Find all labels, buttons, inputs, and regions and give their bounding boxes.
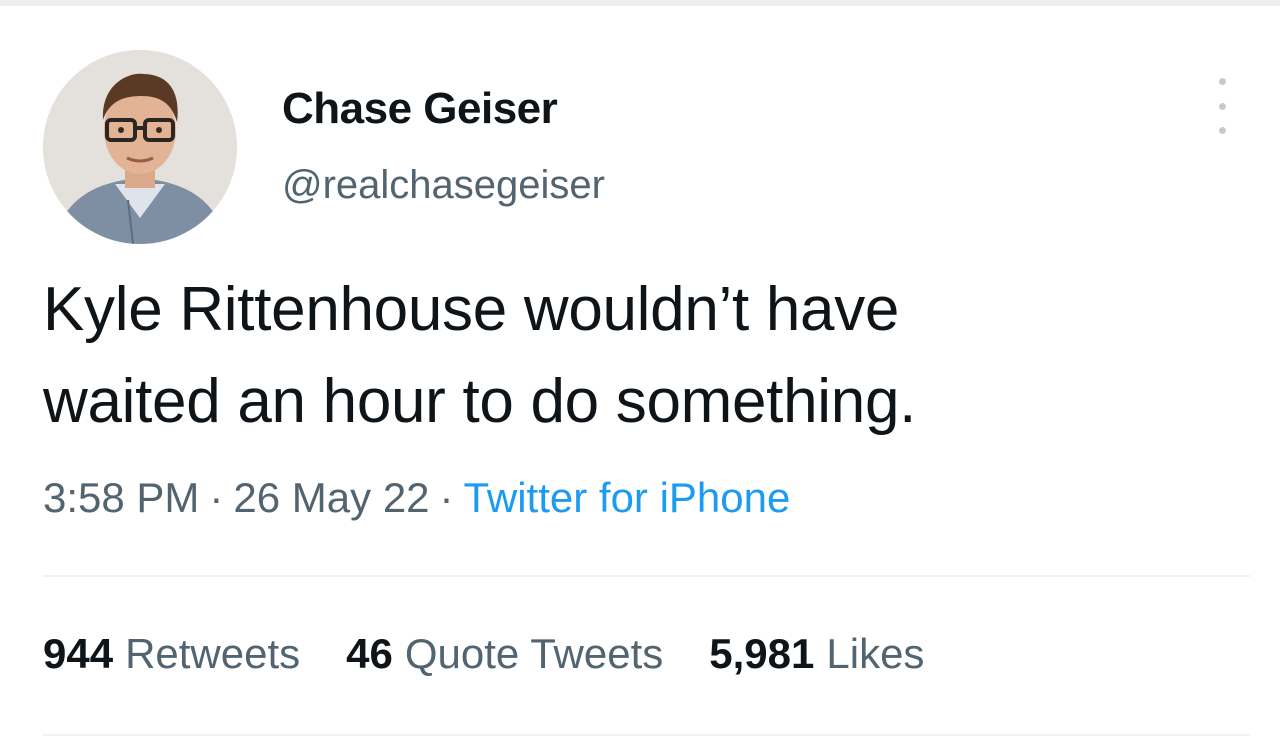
tweet-card: Chase Geiser @realchasegeiser Kyle Ritte… [0, 0, 1280, 739]
tweet-text: Kyle Rittenhouse wouldn’t have waited an… [43, 264, 1243, 448]
tweet-text-line: waited an hour to do something. [43, 367, 917, 436]
quote-tweets-stat[interactable]: 46 Quote Tweets [346, 630, 663, 678]
divider [43, 575, 1250, 577]
quote-tweets-label: Quote Tweets [404, 630, 664, 677]
tweet-text-line: Kyle Rittenhouse wouldn’t have [43, 275, 900, 344]
likes-stat[interactable]: 5,981 Likes [709, 630, 924, 678]
more-vertical-icon-dot [1218, 102, 1226, 110]
author-display-name[interactable]: Chase Geiser [282, 84, 558, 134]
retweets-stat[interactable]: 944 Retweets [43, 630, 300, 678]
avatar-photo [43, 50, 237, 244]
more-vertical-icon-dot [1218, 127, 1226, 134]
quote-tweets-count: 46 [346, 630, 393, 677]
likes-label: Likes [826, 630, 925, 677]
likes-count: 5,981 [709, 630, 815, 677]
divider [43, 734, 1250, 736]
more-options-button[interactable] [1208, 78, 1236, 134]
tweet-meta: 3:58 PM · 26 May 22 · Twitter for iPhone [43, 474, 790, 522]
retweets-label: Retweets [125, 630, 301, 677]
avatar[interactable] [43, 50, 237, 244]
tweet-stats: 944 Retweets 46 Quote Tweets 5,981 Likes [43, 630, 924, 678]
more-vertical-icon [1218, 78, 1226, 85]
retweets-count: 944 [43, 630, 114, 677]
tweet-source-link[interactable]: Twitter for iPhone [464, 474, 791, 521]
meta-separator: · [439, 474, 454, 521]
meta-separator: · [209, 474, 224, 521]
tweet-time[interactable]: 3:58 PM [43, 474, 199, 521]
tweet-date[interactable]: 26 May 22 [233, 474, 429, 521]
author-handle[interactable]: @realchasegeiser [282, 163, 605, 208]
